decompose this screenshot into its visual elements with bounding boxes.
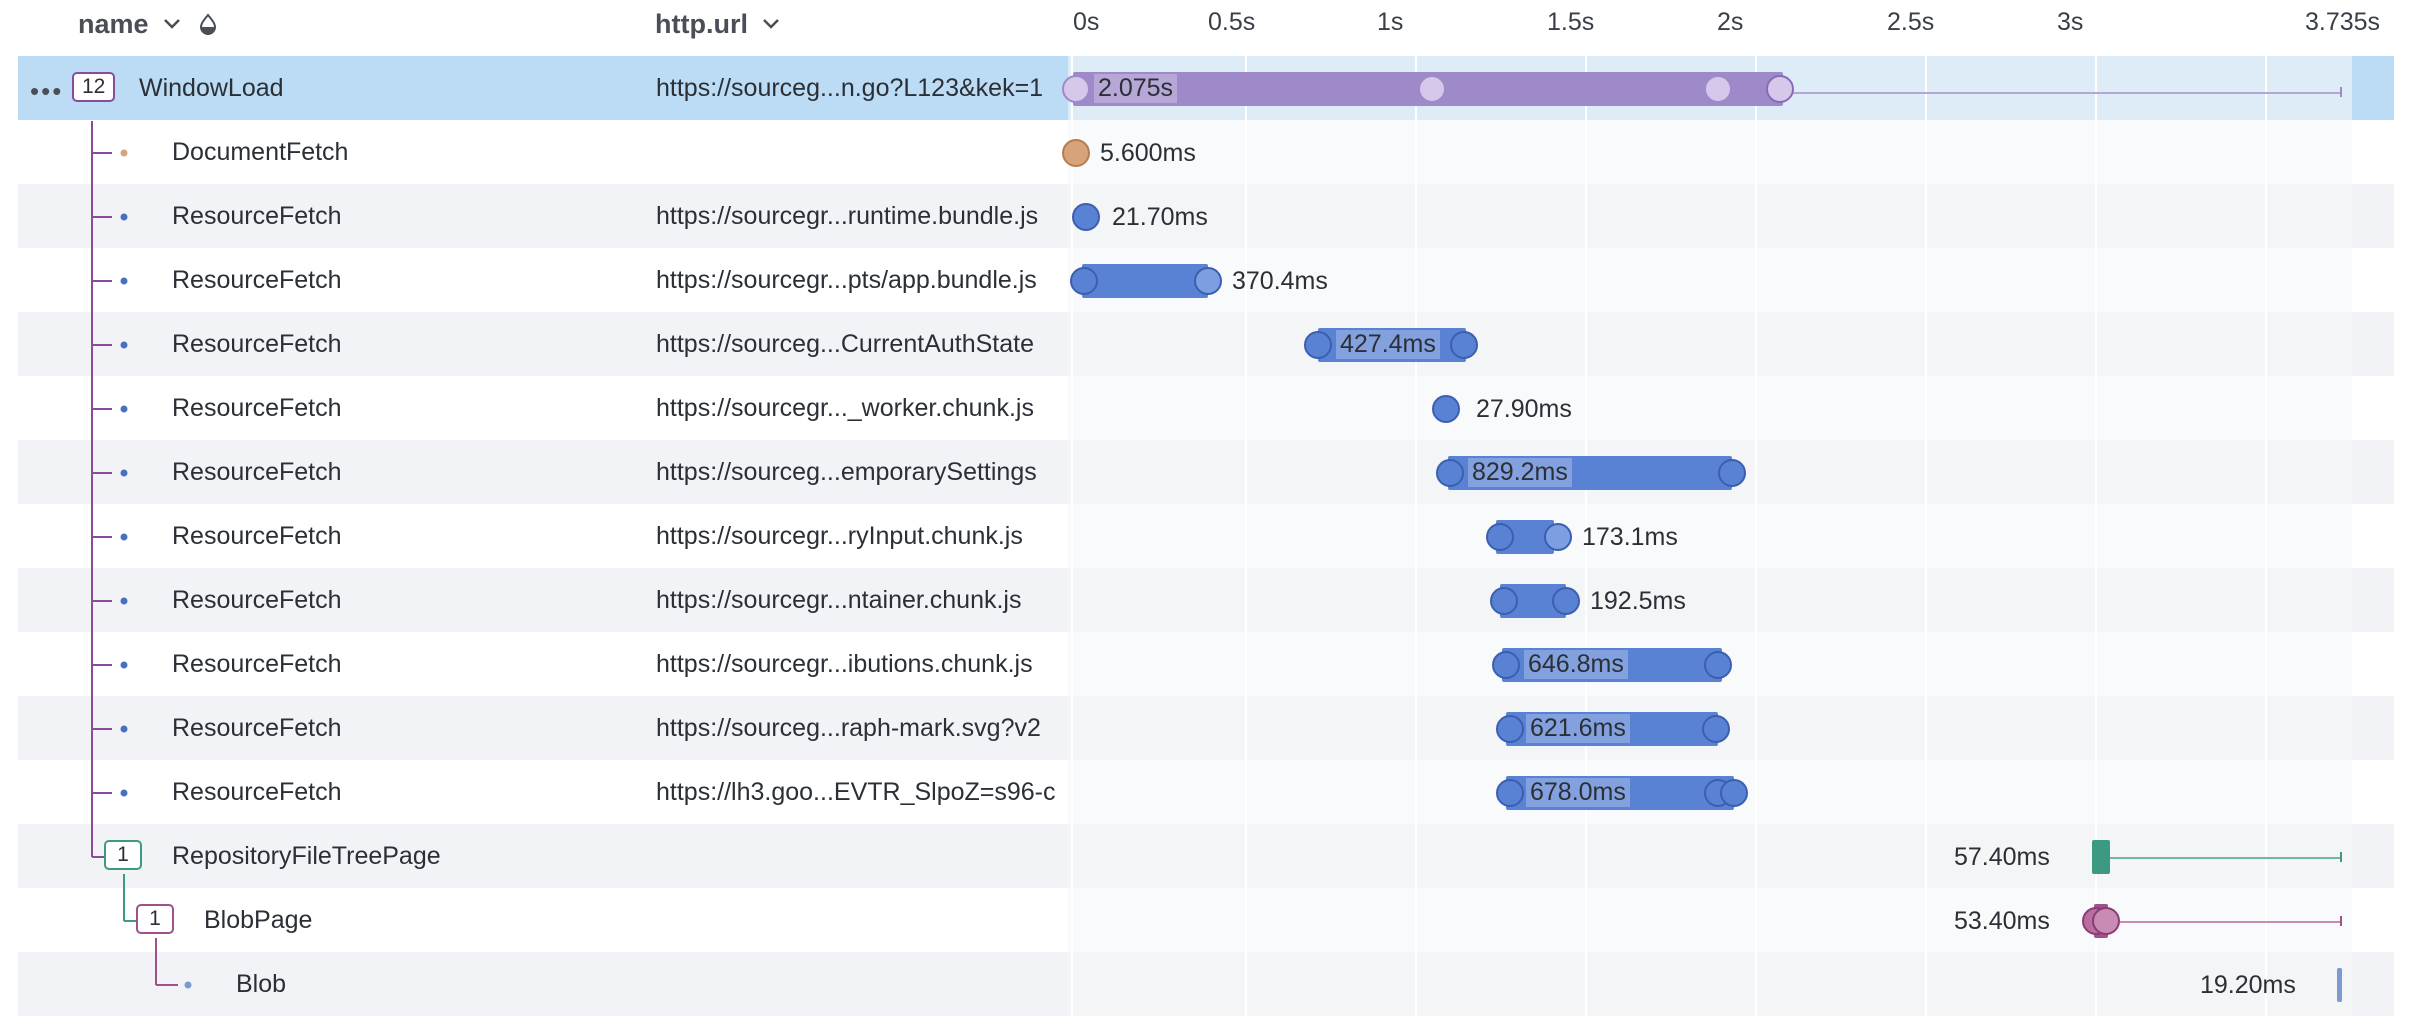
span-tail <box>1783 92 2341 94</box>
duration-label: 21.70ms <box>1112 203 1208 231</box>
event-marker[interactable] <box>1072 203 1100 231</box>
duration-label: 829.2ms <box>1468 458 1572 487</box>
event-marker[interactable] <box>1486 523 1514 551</box>
event-marker[interactable] <box>1062 75 1090 103</box>
span-tail <box>2120 921 2340 923</box>
event-marker[interactable] <box>1450 331 1478 359</box>
event-marker[interactable] <box>1490 587 1518 615</box>
event-marker[interactable] <box>1496 715 1524 743</box>
event-marker[interactable] <box>1194 267 1222 295</box>
duration-label: 621.6ms <box>1526 714 1630 743</box>
span-bar[interactable] <box>2092 840 2110 874</box>
event-marker[interactable] <box>1436 459 1464 487</box>
event-marker[interactable] <box>1718 459 1746 487</box>
event-marker[interactable] <box>1432 395 1460 423</box>
span-tail <box>2110 857 2340 859</box>
event-marker[interactable] <box>1552 587 1580 615</box>
duration-label: 370.4ms <box>1232 267 1328 295</box>
duration-label: 678.0ms <box>1526 778 1630 807</box>
event-marker[interactable] <box>1544 523 1572 551</box>
event-marker[interactable] <box>1702 715 1730 743</box>
event-marker[interactable] <box>1492 651 1520 679</box>
duration-label: 173.1ms <box>1582 523 1678 551</box>
event-marker[interactable] <box>1704 75 1732 103</box>
span-bar[interactable] <box>2337 968 2342 1002</box>
span-tail-end <box>2340 852 2342 862</box>
event-marker[interactable] <box>1720 779 1748 807</box>
event-marker[interactable] <box>2092 907 2120 935</box>
span-tail-end <box>2340 87 2342 97</box>
duration-label: 5.600ms <box>1100 139 1196 167</box>
duration-label: 2.075s <box>1094 74 1178 103</box>
duration-label: 19.20ms <box>2200 971 2296 999</box>
duration-label: 27.90ms <box>1476 395 1572 423</box>
event-marker[interactable] <box>1496 779 1524 807</box>
duration-label: 192.5ms <box>1590 587 1686 615</box>
duration-label: 53.40ms <box>1954 907 2050 935</box>
duration-label: 57.40ms <box>1954 843 2050 871</box>
event-marker[interactable] <box>1704 651 1732 679</box>
tree-connectors <box>91 121 192 989</box>
event-marker[interactable] <box>1418 75 1446 103</box>
event-marker[interactable] <box>1766 75 1794 103</box>
event-marker[interactable] <box>1062 139 1090 167</box>
span-tail-end <box>2340 916 2342 926</box>
duration-label: 646.8ms <box>1524 650 1628 679</box>
span-bar[interactable] <box>1082 264 1208 298</box>
duration-label: 427.4ms <box>1336 330 1440 359</box>
event-marker[interactable] <box>1304 331 1332 359</box>
event-marker[interactable] <box>1070 267 1098 295</box>
